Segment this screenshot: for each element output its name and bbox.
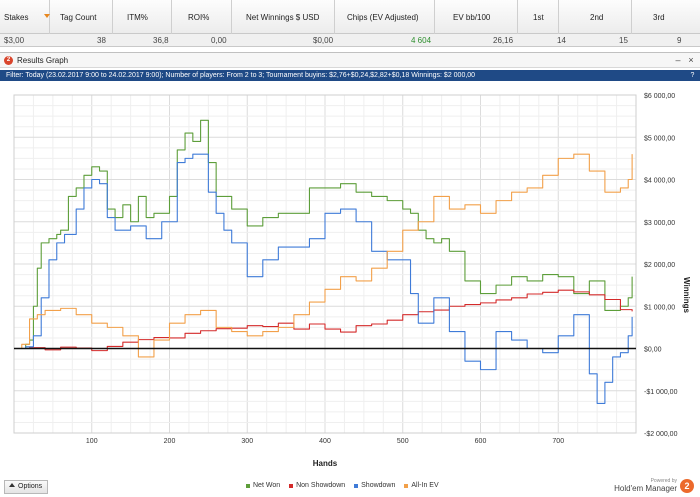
x-tick-label: 100: [86, 438, 98, 445]
column-header-itm[interactable]: ITM%: [113, 0, 172, 34]
legend-swatch: [354, 483, 359, 488]
filter-bar[interactable]: Filter: Today (23.02.2017 9:00 to 24.02.…: [0, 70, 700, 81]
x-tick-label: 200: [164, 438, 176, 445]
y-tick-label: -$1 000,00: [644, 389, 678, 396]
column-header-chips-ev[interactable]: Chips (EV Adjusted): [335, 0, 435, 34]
legend-label: Net Won: [253, 482, 281, 489]
legend-swatch: [289, 483, 294, 488]
ev-bb-value: 26,16: [493, 36, 514, 45]
legend-swatch: [404, 483, 409, 488]
column-header-roi[interactable]: ROI%: [172, 0, 232, 34]
brand-logo: Powered by Hold'em Manager 2: [614, 476, 694, 496]
filter-winnings: Winnings: $2 000,00: [411, 72, 476, 79]
x-tick-label: 500: [397, 438, 409, 445]
chart-legend: Net Won Non Showdown Showdown All-In EV: [246, 482, 439, 489]
series-line-non-showdown: [14, 289, 633, 352]
window-title: Results Graph: [17, 56, 69, 65]
graph-footer: Options Net Won Non Showdown Showdown Al…: [0, 472, 700, 497]
x-tick-label: 600: [475, 438, 487, 445]
minimize-icon[interactable]: –: [672, 54, 684, 66]
options-button[interactable]: Options: [4, 480, 48, 494]
column-header-3rd[interactable]: 3rd: [632, 0, 700, 34]
column-header-label: ROI%: [188, 12, 210, 22]
close-icon[interactable]: ×: [685, 54, 697, 66]
chart-svg: $6 000,00 $5 000,00 $4 000,00 $3 000,00 $2 0…: [13, 93, 691, 468]
stats-table: Stakes Tag Count ITM% ROI% Net Winnings …: [0, 0, 700, 81]
column-header-label: Tag Count: [60, 12, 97, 22]
options-label: Options: [18, 483, 43, 490]
series-line-net-won: [14, 119, 633, 350]
column-header-net-winnings[interactable]: Net Winnings $ USD: [232, 0, 335, 34]
column-header-label: Net Winnings $ USD: [246, 12, 320, 22]
legend-item-non-showdown[interactable]: Non Showdown: [289, 482, 345, 489]
column-header-ev-bb[interactable]: EV bb/100: [435, 0, 518, 34]
y-tick-label: $5 000,00: [644, 135, 675, 142]
roi-value: 0,00: [211, 36, 227, 45]
column-header-stakes[interactable]: Stakes: [0, 0, 50, 34]
window-titlebar[interactable]: 2 Results Graph – ×: [0, 53, 700, 68]
brand-name: Hold'em Manager: [614, 484, 677, 493]
y-tick-label: $2 000,00: [644, 262, 675, 269]
results-chart[interactable]: $6 000,00 $5 000,00 $4 000,00 $3 000,00 $2 0…: [0, 83, 700, 470]
y-tick-label: $0,00: [644, 347, 662, 354]
chart-grid: [13, 94, 637, 434]
tag-count-value: 38: [97, 36, 106, 45]
x-axis-title: Hands: [313, 459, 338, 468]
chart-series: [14, 119, 633, 404]
column-header-label: 1st: [533, 12, 544, 22]
legend-label: Non Showdown: [296, 482, 346, 489]
legend-item-all-in-ev[interactable]: All-In EV: [404, 482, 439, 489]
net-winnings-value: $0,00: [313, 36, 334, 45]
series-line-showdown: [14, 153, 633, 404]
holdem-manager-logo-icon: 2: [680, 479, 694, 493]
y-tick-label: $3 000,00: [644, 220, 675, 227]
help-icon[interactable]: ?: [688, 71, 697, 80]
x-axis-ticks: 100 200 300 400 500 600 700: [86, 438, 564, 445]
column-header-label: Stakes: [4, 12, 29, 22]
stats-header-row: Stakes Tag Count ITM% ROI% Net Winnings …: [0, 0, 700, 34]
column-header-tag-count[interactable]: Tag Count: [50, 0, 113, 34]
column-header-label: Chips (EV Adjusted): [347, 12, 419, 22]
stakes-value: $3,00: [4, 36, 25, 45]
chips-ev-value: 4 604: [411, 36, 432, 45]
y-axis-ticks: $6 000,00 $5 000,00 $4 000,00 $3 000,00 $2 0…: [644, 93, 678, 438]
legend-label: Showdown: [361, 482, 396, 489]
column-header-label: EV bb/100: [453, 12, 491, 22]
legend-item-showdown[interactable]: Showdown: [354, 482, 395, 489]
y-tick-label: $6 000,00: [644, 93, 675, 100]
legend-swatch: [246, 483, 250, 488]
results-graph-window: 2 Results Graph – × Filter: Today (23.02…: [0, 52, 700, 497]
expand-up-icon: [9, 483, 15, 487]
x-tick-label: 400: [319, 438, 331, 445]
x-tick-label: 700: [552, 438, 564, 445]
y-tick-label: $4 000,00: [644, 178, 675, 185]
y-axis-title: Winnings: [682, 277, 691, 313]
column-header-2nd[interactable]: 2nd: [559, 0, 632, 34]
second-value: 15: [619, 36, 628, 45]
column-header-label: 3rd: [653, 12, 665, 22]
legend-label: All-In EV: [411, 482, 439, 489]
filter-text: Filter: Today (23.02.2017 9:00 to 24.02.…: [6, 72, 410, 79]
y-tick-label: -$2 000,00: [644, 431, 678, 438]
column-header-label: ITM%: [127, 12, 148, 22]
third-value: 9: [677, 36, 682, 45]
itm-value: 36,8: [153, 36, 169, 45]
y-tick-label: $1 000,00: [644, 304, 675, 311]
app-logo-icon: 2: [4, 56, 13, 65]
column-header-label: 2nd: [590, 12, 604, 22]
first-value: 14: [557, 36, 566, 45]
legend-item-net-won[interactable]: Net Won: [246, 482, 280, 489]
x-tick-label: 300: [241, 438, 253, 445]
series-line-all-in-ev: [14, 153, 633, 358]
stats-total-row[interactable]: $3,00 38 36,8 0,00 $0,00 4 604 26,16 14 …: [0, 34, 700, 81]
column-header-1st[interactable]: 1st: [518, 0, 559, 34]
